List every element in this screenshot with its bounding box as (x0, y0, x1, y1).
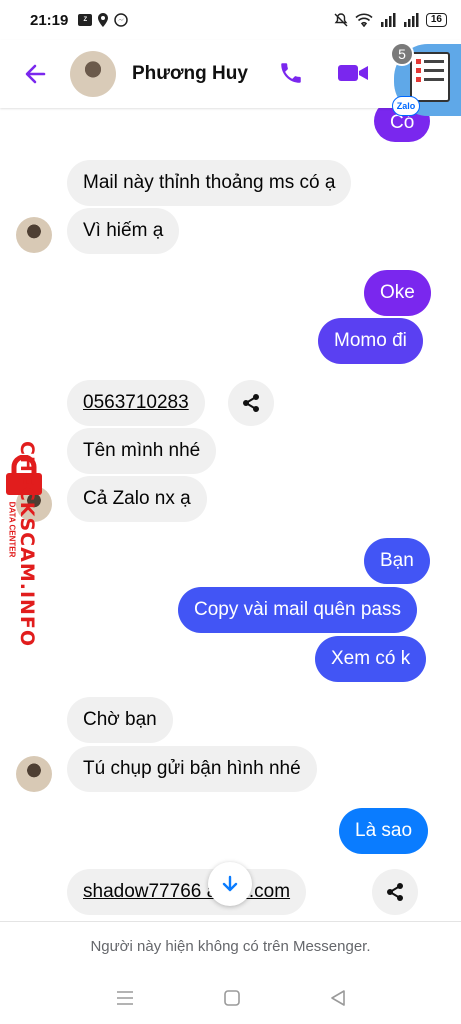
menu-icon[interactable] (116, 990, 134, 1005)
floating-app-bubble[interactable]: 5 Zalo (390, 40, 461, 120)
message-bubble-incoming[interactable]: Tú chụp gửi bận hình nhé (67, 746, 317, 792)
share-icon (243, 394, 259, 412)
watermark-text: CHECKSCAM.INFO (16, 441, 38, 648)
message-bubble-phone-link[interactable]: 0563710283 (67, 380, 205, 426)
back-arrow-icon[interactable] (24, 63, 46, 85)
arrow-down-icon (222, 875, 238, 892)
message-bubble-outgoing[interactable]: Xem có k (315, 636, 427, 682)
share-icon (387, 883, 403, 901)
message-bubble-outgoing[interactable]: Oke (364, 270, 431, 316)
unavailable-notice: Người này hiện không có trên Messenger. (0, 921, 461, 971)
message-bubble-outgoing[interactable]: Bạn (364, 538, 430, 584)
contact-avatar[interactable] (70, 51, 116, 97)
battery-indicator: 16 (425, 13, 447, 27)
phone-call-icon[interactable] (278, 60, 304, 86)
status-time: 21:19 (30, 11, 69, 29)
video-call-icon[interactable] (337, 61, 369, 85)
message-bubble-outgoing[interactable]: Là sao (339, 808, 429, 854)
signal-icon-2 (403, 13, 419, 27)
bubble-badge: 5 (390, 42, 414, 66)
wifi-icon (355, 13, 373, 27)
scroll-to-bottom-button[interactable] (208, 862, 252, 906)
message-bubble-incoming[interactable]: Cả Zalo nx ạ (67, 476, 207, 522)
message-bubble-incoming[interactable]: Tên mình nhé (67, 428, 217, 474)
contact-name[interactable]: Phương Huy (132, 63, 248, 85)
location-icon (98, 13, 109, 27)
share-button[interactable] (372, 869, 418, 915)
mute-icon (334, 13, 348, 27)
message-bubble-incoming[interactable]: Chờ bạn (67, 697, 173, 743)
notice-text: Người này hiện không có trên Messenger. (90, 938, 371, 955)
message-bubble-outgoing[interactable]: Momo đi (318, 318, 423, 364)
sender-avatar[interactable] (16, 756, 52, 792)
signal-icon (380, 13, 396, 27)
message-bubble-outgoing[interactable]: Copy vài mail quên pass (178, 587, 417, 633)
home-icon[interactable] (223, 989, 240, 1006)
watermark-subtext: DATA CENTER (7, 501, 17, 558)
share-button[interactable] (228, 380, 274, 426)
message-bubble-incoming[interactable]: Vì hiếm ạ (67, 208, 180, 254)
clipboard-icon (410, 52, 450, 102)
zalo-logo: Zalo (392, 96, 420, 116)
watermark: CHECKSCAM.INFO DATA CENTER (0, 441, 50, 675)
system-navigation-bar (0, 971, 461, 1024)
back-icon[interactable] (330, 989, 346, 1006)
sender-avatar[interactable] (16, 217, 52, 253)
status-bar: 21:19 Z 16 (0, 0, 461, 40)
message-bubble-incoming[interactable]: Mail này thỉnh thoảng ms có ạ (67, 160, 352, 206)
message-bubble-email-link[interactable]: shadow77766 ahoo.com (67, 869, 307, 915)
zalo-notification-icon: Z (78, 14, 93, 26)
messenger-notification-icon (114, 13, 129, 27)
